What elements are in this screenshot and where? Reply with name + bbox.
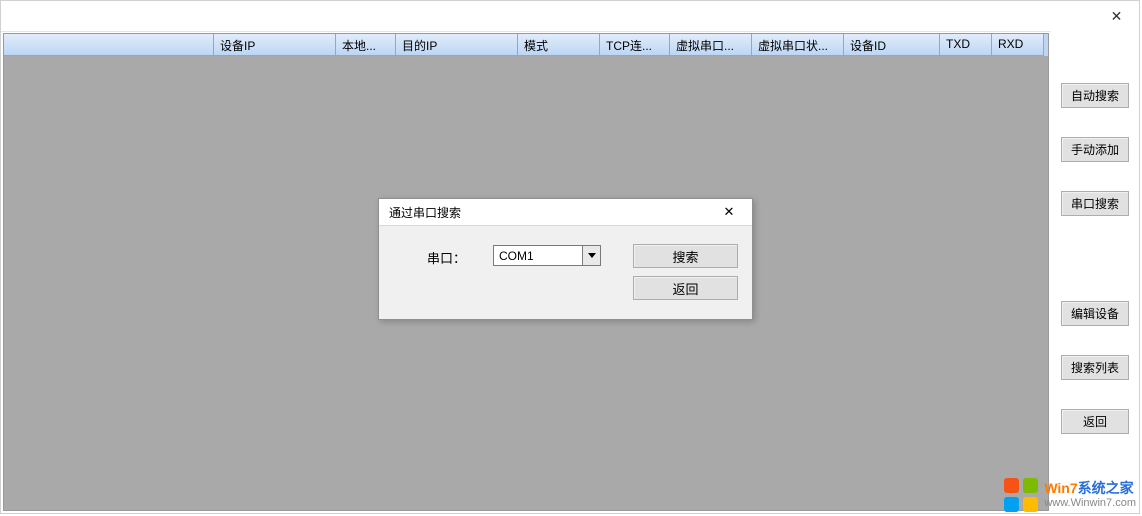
column-header[interactable] — [4, 34, 214, 56]
column-header[interactable]: 设备ID — [844, 34, 940, 56]
dialog-close-button[interactable]: ✕ — [714, 204, 744, 220]
port-combobox-value: COM1 — [499, 249, 534, 263]
close-icon: ✕ — [1111, 8, 1123, 25]
chevron-down-icon — [582, 246, 600, 265]
manual-add-button[interactable]: 手动添加 — [1061, 137, 1129, 162]
dialog-search-button[interactable]: 搜索 — [633, 244, 738, 268]
serial-search-dialog: 通过串口搜索 ✕ 串口： COM1 搜索 返回 — [378, 198, 753, 320]
column-header[interactable]: 设备IP — [214, 34, 336, 56]
main-close-button[interactable]: ✕ — [1094, 1, 1139, 31]
dialog-back-button[interactable]: 返回 — [633, 276, 738, 300]
back-button[interactable]: 返回 — [1061, 409, 1129, 434]
search-list-button[interactable]: 搜索列表 — [1061, 355, 1129, 380]
column-header[interactable]: RXD — [992, 34, 1044, 56]
column-header[interactable]: 虚拟串口状... — [752, 34, 844, 56]
auto-search-button[interactable]: 自动搜索 — [1061, 83, 1129, 108]
column-header[interactable]: TCP连... — [600, 34, 670, 56]
edit-device-button[interactable]: 编辑设备 — [1061, 301, 1129, 326]
column-header[interactable]: 模式 — [518, 34, 600, 56]
button-label: 返回 — [672, 279, 698, 298]
column-header[interactable]: 虚拟串口... — [670, 34, 752, 56]
serial-search-button[interactable]: 串口搜索 — [1061, 191, 1129, 216]
button-label: 搜索 — [672, 247, 698, 266]
dialog-title: 通过串口搜索 — [389, 204, 461, 221]
close-icon: ✕ — [724, 204, 735, 219]
column-header[interactable]: 目的IP — [396, 34, 518, 56]
dialog-body: 串口： COM1 搜索 返回 — [379, 226, 752, 320]
column-header[interactable]: 本地... — [336, 34, 396, 56]
port-combobox[interactable]: COM1 — [493, 245, 601, 266]
table-header-row: 设备IP本地...目的IP模式TCP连...虚拟串口...虚拟串口状...设备I… — [4, 34, 1048, 56]
main-titlebar: ✕ — [1, 1, 1139, 32]
dialog-titlebar: 通过串口搜索 ✕ — [379, 199, 752, 226]
port-label: 串口： — [427, 248, 466, 267]
column-header[interactable]: TXD — [940, 34, 992, 56]
side-button-panel: 自动搜索手动添加串口搜索编辑设备搜索列表返回 — [1051, 31, 1139, 513]
